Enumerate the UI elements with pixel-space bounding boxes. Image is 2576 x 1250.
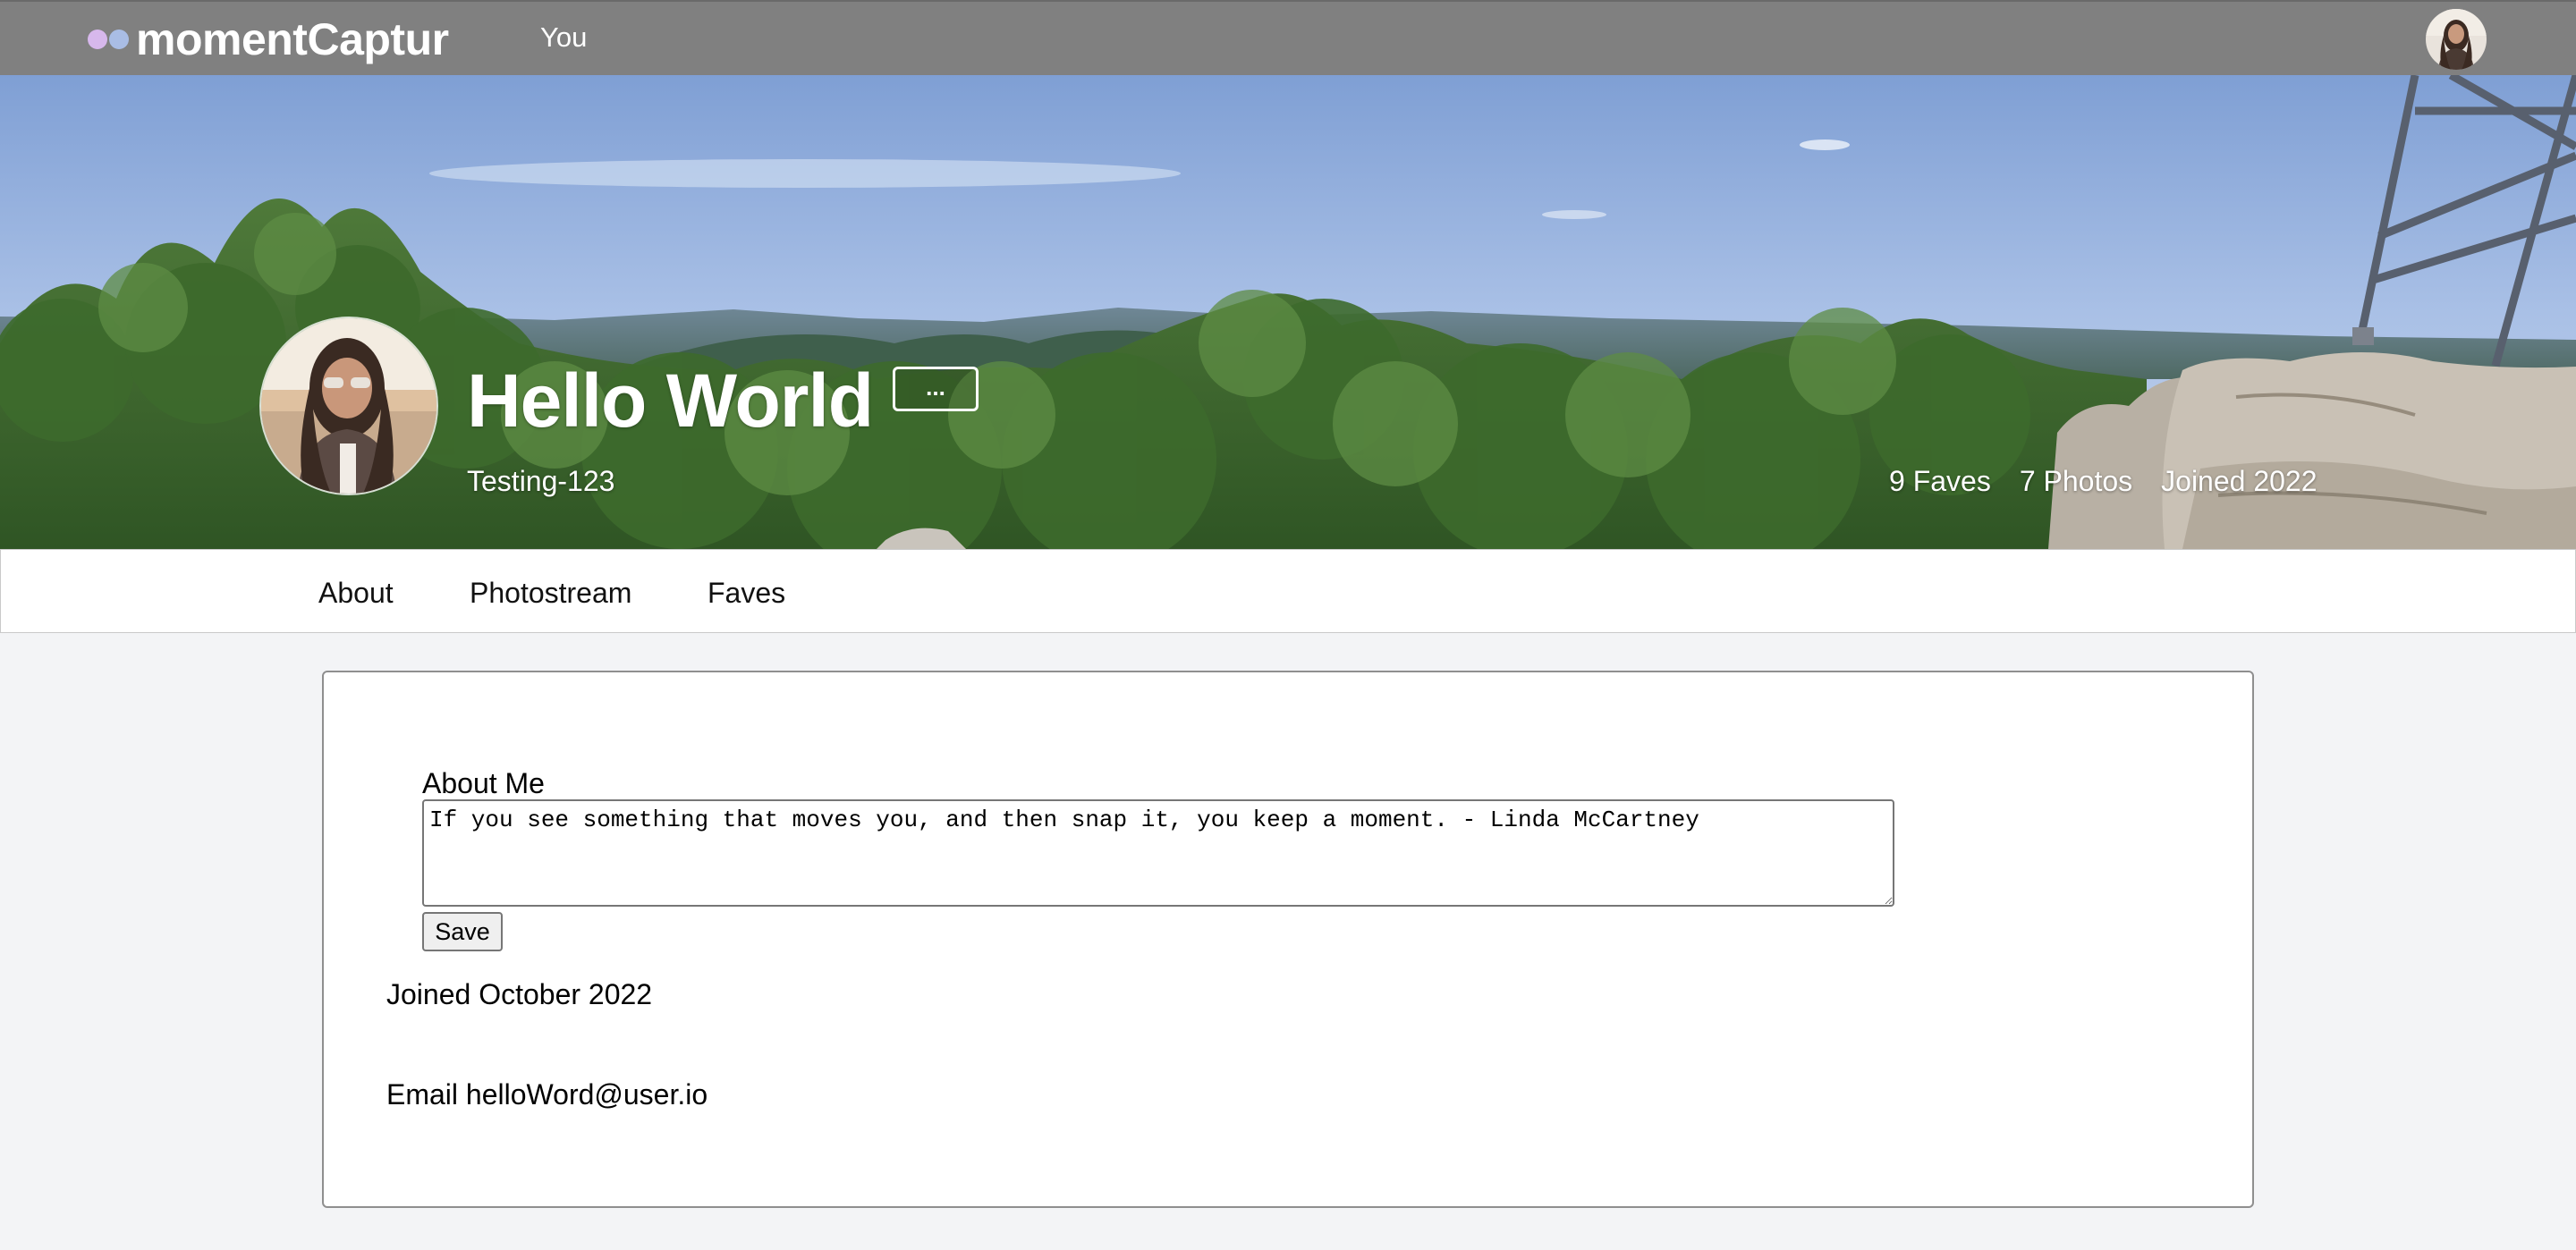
user-avatar-icon[interactable] — [2426, 9, 2487, 70]
about-me-label: About Me — [422, 767, 545, 799]
profile-stats: 9 Faves 7 Photos Joined 2022 — [1889, 465, 2318, 498]
joined-date: Joined October 2022 — [386, 978, 653, 1010]
top-navigation-bar: momentCaptur You — [0, 0, 2576, 75]
email-address: Email helloWord@user.io — [386, 1078, 708, 1111]
tab-faves[interactable]: Faves — [708, 577, 785, 610]
profile-tab-bar: About Photostream Faves — [0, 549, 2576, 633]
nav-link-you[interactable]: You — [540, 21, 587, 54]
logo[interactable]: momentCaptur — [88, 13, 449, 66]
profile-avatar — [259, 317, 438, 495]
tab-about[interactable]: About — [318, 577, 394, 610]
profile-banner: Hello World ... Testing-123 9 Faves 7 Ph… — [0, 75, 2576, 549]
profile-name: Hello World — [467, 359, 874, 443]
logo-dots-icon — [88, 30, 129, 49]
profile-photo-image — [261, 318, 436, 494]
tab-photostream[interactable]: Photostream — [470, 577, 631, 610]
profile-username: Testing-123 — [467, 465, 615, 497]
faves-count: 9 Faves — [1889, 465, 1991, 497]
about-card: About Me If you see something that moves… — [322, 671, 2254, 1208]
joined-year: Joined 2022 — [2161, 465, 2318, 497]
save-button[interactable]: Save — [422, 912, 503, 951]
logo-text: momentCaptur — [136, 14, 449, 64]
about-me-textarea[interactable]: If you see something that moves you, and… — [422, 799, 1894, 907]
more-options-button[interactable]: ... — [893, 367, 979, 411]
photos-count: 7 Photos — [2019, 465, 2133, 497]
